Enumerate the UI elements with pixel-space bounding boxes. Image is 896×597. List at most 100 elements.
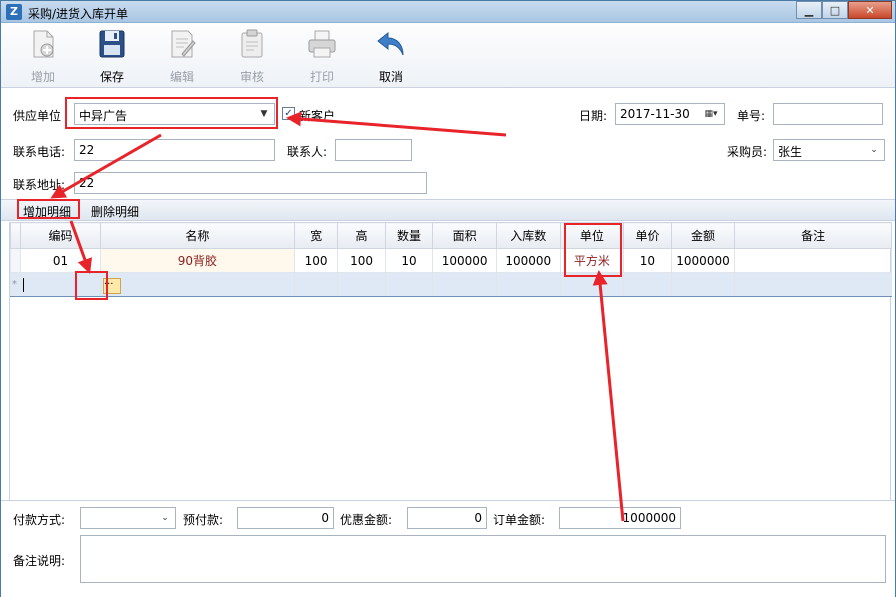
order-amount-input[interactable]: 1000000 <box>559 507 681 529</box>
buyer-label: 采购员: <box>727 145 768 159</box>
add-document-icon <box>33 30 54 58</box>
name-cell[interactable]: 90背胶 <box>99 248 295 273</box>
supplier-label: 供应单位 <box>13 109 62 123</box>
maximize-button[interactable]: □ <box>822 1 848 19</box>
buyer-select[interactable]: 张生 ⌄ <box>773 139 885 161</box>
order-no-label: 单号: <box>737 109 766 123</box>
print-label: 打印 <box>309 70 334 84</box>
add-button[interactable]: 增加 <box>15 28 71 86</box>
payment-label: 付款方式: <box>13 513 66 527</box>
app-icon: Z <box>6 4 22 20</box>
note-cell[interactable] <box>734 248 892 273</box>
column-header[interactable]: 单价 <box>623 222 672 249</box>
new-cell[interactable] <box>337 272 386 297</box>
date-label: 日期: <box>579 109 608 123</box>
payment-select[interactable]: ⌄ <box>80 507 176 529</box>
column-header[interactable]: 宽 <box>293 222 339 249</box>
save-label: 保存 <box>99 70 124 84</box>
date-picker[interactable]: 2017-11-30 ▦▾ <box>615 103 725 125</box>
printer-icon <box>308 30 336 58</box>
undo-arrow-icon <box>377 31 404 56</box>
new-customer-label: 新客户 <box>299 109 336 123</box>
height-cell[interactable]: 100 <box>337 248 386 273</box>
edit-button[interactable]: 编辑 <box>154 28 210 86</box>
main-window: Z 采购/进货入库开单 ▁ □ ✕ 增加 保存 编辑 审核 打印 取消 供应单位… <box>0 0 896 597</box>
close-icon: ✕ <box>865 3 875 17</box>
toolbar: 增加 保存 编辑 审核 打印 取消 <box>1 24 895 88</box>
supplier-highlight-box <box>65 97 278 129</box>
code-cell[interactable]: 01 <box>20 248 101 273</box>
detail-table: 编码 名称 宽 高 数量 面积 入库数 单位 单价 金额 备注 01 90背胶 … <box>9 222 892 297</box>
contact-input[interactable] <box>335 139 412 161</box>
detail-grid: 编码 名称 宽 高 数量 面积 入库数 单位 单价 金额 备注 01 90背胶 … <box>9 222 892 500</box>
window-title: 采购/进货入库开单 <box>28 7 129 21</box>
column-header[interactable]: 数量 <box>384 222 434 249</box>
window-controls: ▁ □ ✕ <box>796 1 892 19</box>
edit-label: 编辑 <box>169 70 194 84</box>
phone-label: 联系电话: <box>13 145 66 159</box>
row-indicator[interactable] <box>9 248 22 273</box>
remark-textarea[interactable] <box>80 535 886 583</box>
column-header[interactable]: 名称 <box>99 222 295 249</box>
column-header[interactable]: 入库数 <box>495 222 561 249</box>
new-customer-checkbox[interactable]: ✓ <box>282 107 295 120</box>
column-header[interactable]: 备注 <box>734 222 892 249</box>
title-bar: Z 采购/进货入库开单 ▁ □ ✕ <box>1 1 895 23</box>
close-button[interactable]: ✕ <box>848 1 892 19</box>
add-label: 增加 <box>30 70 55 84</box>
column-header[interactable]: 编码 <box>20 222 101 249</box>
review-button[interactable]: 审核 <box>224 28 280 86</box>
contact-label: 联系人: <box>287 145 328 159</box>
cancel-label: 取消 <box>378 70 403 84</box>
discount-label: 优惠金额: <box>340 513 393 527</box>
qty-cell[interactable]: 10 <box>384 248 434 273</box>
column-header[interactable]: 面积 <box>432 222 497 249</box>
new-cell[interactable] <box>432 272 497 297</box>
prepay-input[interactable]: 0 <box>237 507 334 529</box>
minimize-button[interactable]: ▁ <box>796 1 822 19</box>
buyer-value: 张生 <box>778 145 803 159</box>
new-cell[interactable] <box>670 272 736 297</box>
order-amount-label: 订单金额: <box>493 513 546 527</box>
print-button[interactable]: 打印 <box>294 28 350 86</box>
new-cell[interactable] <box>734 272 892 297</box>
calendar-icon: ▦▾ <box>704 109 718 119</box>
width-cell[interactable]: 100 <box>293 248 339 273</box>
new-cell[interactable] <box>623 272 672 297</box>
new-row[interactable]: * ··· <box>9 272 892 297</box>
cancel-button[interactable]: 取消 <box>363 28 419 86</box>
maximize-icon: □ <box>829 3 841 17</box>
column-header[interactable]: 金额 <box>670 222 736 249</box>
new-cell[interactable] <box>293 272 339 297</box>
remark-label: 备注说明: <box>13 554 66 568</box>
address-input[interactable]: 22 <box>74 172 427 194</box>
new-name-cell[interactable]: ··· <box>99 272 295 297</box>
chevron-down-icon: ⌄ <box>870 145 878 155</box>
add-detail-highlight-box <box>17 199 80 219</box>
column-header[interactable]: 高 <box>337 222 386 249</box>
new-row-marker: * <box>9 272 22 297</box>
in-qty-cell[interactable]: 100000 <box>495 248 561 273</box>
minimize-icon: ▁ <box>804 3 814 17</box>
detail-toolbar: 增加明细 删除明细 <box>1 199 895 221</box>
new-cell[interactable] <box>495 272 561 297</box>
address-label: 联系地址: <box>13 178 66 192</box>
amount-cell[interactable]: 1000000 <box>670 248 736 273</box>
price-cell[interactable]: 10 <box>623 248 672 273</box>
area-cell[interactable]: 100000 <box>432 248 497 273</box>
new-cell[interactable] <box>384 272 434 297</box>
order-no-input[interactable] <box>773 103 883 125</box>
discount-input[interactable]: 0 <box>407 507 487 529</box>
delete-detail-button[interactable]: 删除明细 <box>91 203 139 220</box>
unit-highlight-box <box>564 223 622 277</box>
table-row[interactable]: 01 90背胶 100 100 10 100000 100000 平方米 10 … <box>9 248 892 273</box>
row-indicator-header <box>9 222 22 249</box>
phone-input[interactable]: 22 <box>74 139 275 161</box>
date-value: 2017-11-30 <box>620 107 690 121</box>
header-row: 编码 名称 宽 高 数量 面积 入库数 单位 单价 金额 备注 <box>9 222 892 249</box>
save-button[interactable]: 保存 <box>84 28 140 86</box>
prepay-label: 预付款: <box>183 513 224 527</box>
edit-icon <box>171 30 196 58</box>
ellipsis-highlight-box <box>75 271 108 300</box>
text-cursor <box>23 277 25 292</box>
